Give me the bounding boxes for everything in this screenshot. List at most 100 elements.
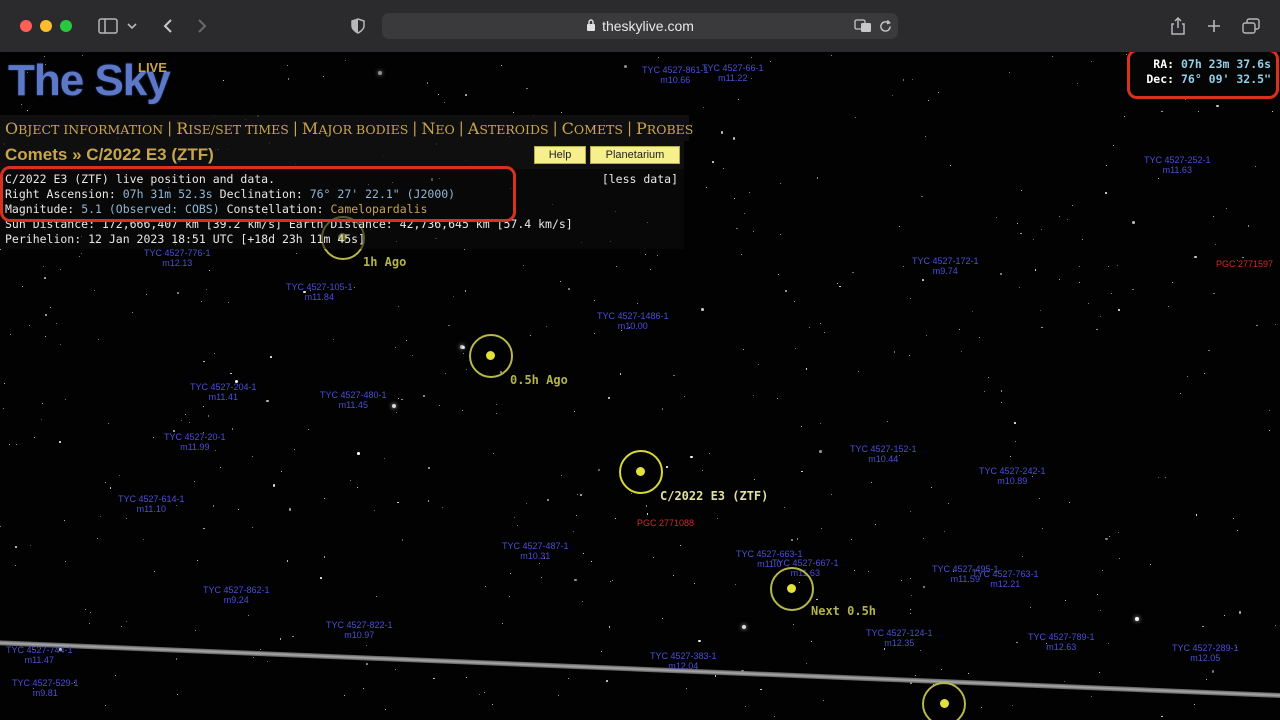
star <box>1255 165 1257 167</box>
tabs-overview-icon[interactable] <box>1240 14 1262 38</box>
star <box>1198 110 1200 112</box>
star <box>90 612 91 613</box>
star <box>983 390 985 392</box>
star <box>444 372 446 374</box>
star <box>4 382 6 384</box>
star <box>883 648 886 650</box>
star <box>398 306 400 308</box>
star <box>1052 55 1054 57</box>
star <box>1134 617 1139 622</box>
star <box>1088 302 1090 304</box>
maximize-window-button[interactable] <box>60 20 72 32</box>
star <box>978 336 980 338</box>
nav-neo[interactable]: NEO <box>421 119 454 138</box>
address-bar[interactable]: theskylive.com <box>382 13 898 39</box>
star <box>14 564 17 567</box>
star <box>295 253 297 255</box>
star <box>701 308 704 311</box>
star <box>1091 696 1093 698</box>
nav-object-information[interactable]: Object Information <box>5 119 163 138</box>
star <box>996 217 997 219</box>
star <box>857 371 859 372</box>
star <box>64 520 66 522</box>
star <box>441 506 444 509</box>
less-data-link[interactable]: [less data] <box>602 172 678 187</box>
star <box>104 481 106 483</box>
star <box>383 457 385 459</box>
breadcrumb-comets-link[interactable]: Comets <box>5 145 67 164</box>
star <box>3 408 4 410</box>
star <box>427 500 430 502</box>
help-button[interactable]: Help <box>534 146 586 164</box>
star <box>496 412 498 414</box>
star <box>1186 375 1188 377</box>
nav-major-bodies[interactable]: Major Bodies <box>302 119 408 138</box>
star <box>1008 72 1010 73</box>
reload-icon[interactable] <box>876 14 894 38</box>
nav-rise-set-times[interactable]: Rise/Set Times <box>176 119 289 138</box>
translate-icon[interactable] <box>853 14 873 38</box>
star <box>378 71 383 76</box>
minimize-window-button[interactable] <box>40 20 52 32</box>
star <box>921 195 923 198</box>
star <box>464 290 467 292</box>
star <box>132 312 133 314</box>
star <box>443 102 445 104</box>
planetarium-button[interactable]: Planetarium <box>590 146 680 164</box>
share-icon[interactable] <box>1168 14 1188 38</box>
star <box>502 622 503 624</box>
star <box>177 292 179 294</box>
star-label: TYC 4527-1486-1 m10.00 <box>597 311 669 331</box>
star <box>509 573 511 575</box>
star <box>615 517 617 519</box>
star <box>796 538 799 540</box>
back-icon[interactable] <box>158 14 178 38</box>
star <box>686 688 688 690</box>
star <box>867 570 870 573</box>
star <box>1216 104 1219 107</box>
star <box>1233 517 1235 519</box>
star <box>1067 218 1068 220</box>
nav-comets[interactable]: Comets <box>562 119 623 138</box>
star <box>212 505 215 507</box>
star <box>910 608 911 610</box>
chevron-down-icon[interactable] <box>124 14 140 38</box>
star <box>823 331 826 334</box>
nav-asteroids[interactable]: Asteroids <box>468 119 549 138</box>
star <box>1000 390 1003 392</box>
sky-map[interactable]: TYC 4527-861-1 m10.66 TYC 4527-66-1 m11.22… <box>0 52 1280 720</box>
star <box>411 354 413 356</box>
star <box>203 360 205 363</box>
forward-icon[interactable] <box>192 14 212 38</box>
star <box>332 338 334 340</box>
star <box>0 525 2 527</box>
nav-probes[interactable]: Probes <box>636 119 693 138</box>
star <box>649 268 652 271</box>
star <box>453 295 454 297</box>
sidebar-icon[interactable] <box>96 14 120 38</box>
star <box>1157 178 1159 180</box>
highlight-annotation <box>1127 52 1279 99</box>
star <box>909 578 911 579</box>
star <box>546 498 549 502</box>
star <box>605 679 609 683</box>
star <box>819 323 821 325</box>
star <box>462 346 465 349</box>
position-label: 0.5h Ago <box>510 373 568 387</box>
star <box>619 373 622 375</box>
star <box>735 583 737 585</box>
star <box>84 608 86 610</box>
shield-icon[interactable] <box>348 14 368 38</box>
star <box>1011 705 1013 707</box>
star <box>114 674 116 676</box>
star <box>464 249 466 251</box>
star <box>495 404 497 406</box>
close-window-button[interactable] <box>20 20 32 32</box>
star <box>121 626 122 628</box>
new-tab-icon[interactable] <box>1204 14 1224 38</box>
star <box>59 441 61 443</box>
star <box>1205 679 1207 681</box>
star <box>363 688 364 690</box>
star <box>1213 292 1215 295</box>
star <box>944 530 946 532</box>
